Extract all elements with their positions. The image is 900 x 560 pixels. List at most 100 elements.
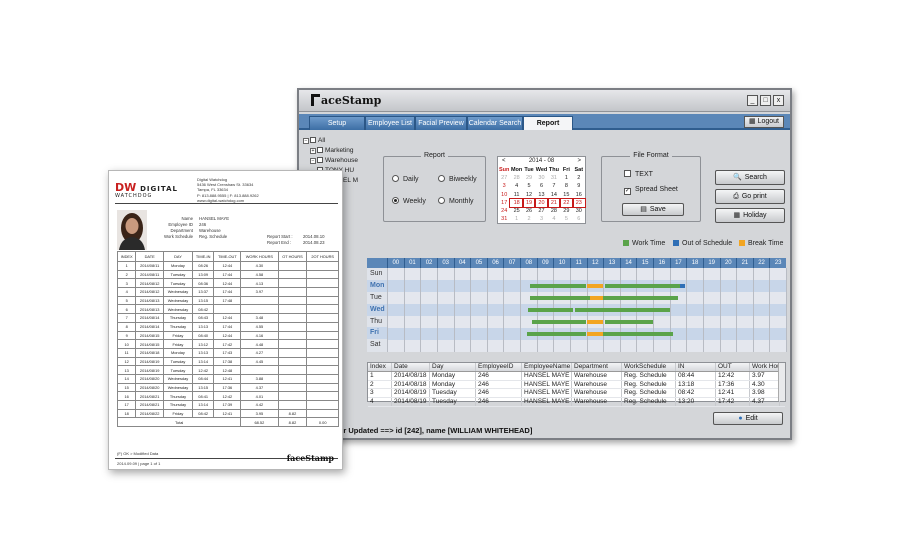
hour-label: 17 bbox=[669, 258, 687, 268]
calendar-day[interactable]: 18 bbox=[509, 197, 524, 208]
table-cell: 12:41 bbox=[716, 389, 750, 398]
calendar[interactable]: < 2014 - 08 > Sun Mon Tue Wed Thu Fri Sat 27 28 2… bbox=[497, 156, 587, 224]
close-button[interactable]: x bbox=[773, 95, 784, 106]
column-header[interactable]: Department bbox=[572, 363, 622, 371]
logout-button[interactable]: ▦ Logout bbox=[744, 116, 784, 128]
calendar-day[interactable]: 30 bbox=[573, 207, 585, 215]
calendar-day[interactable]: 28 bbox=[510, 174, 522, 182]
attendance-table[interactable]: Index Date Day EmployeeID EmployeeName Depart… bbox=[367, 362, 786, 407]
calendar-day[interactable]: 14 bbox=[548, 191, 560, 199]
table-row[interactable]: 3 2014/08/19 Tuesday 246 HANSEL MAYE Warehous… bbox=[368, 389, 785, 399]
calendar-day[interactable]: 19 bbox=[521, 197, 537, 208]
calendar-day[interactable]: 1 bbox=[510, 215, 522, 223]
calendar-day[interactable]: 5 bbox=[523, 182, 535, 190]
calendar-day[interactable]: 8 bbox=[560, 182, 572, 190]
save-button[interactable]: ▤ Save bbox=[622, 203, 684, 216]
tab-setup[interactable]: Setup bbox=[309, 116, 365, 130]
collapse-icon[interactable]: − bbox=[310, 158, 316, 164]
column-header[interactable]: OUT bbox=[716, 363, 750, 371]
maximize-button[interactable]: □ bbox=[760, 95, 771, 106]
column-header[interactable]: EmployeeName bbox=[522, 363, 572, 371]
table-row[interactable]: 4 2014/08/19 Tuesday 246 HANSEL MAYE Warehous… bbox=[368, 398, 785, 407]
grid-line bbox=[420, 268, 422, 352]
tree-item[interactable]: − All bbox=[303, 136, 369, 146]
calendar-day[interactable]: 15 bbox=[560, 191, 572, 199]
collapse-icon[interactable]: − bbox=[303, 138, 309, 144]
table-row[interactable]: 2 2014/08/18 Monday 246 HANSEL MAYE Warehouse… bbox=[368, 380, 785, 390]
tree-checkbox[interactable] bbox=[317, 147, 323, 153]
tab-facial-preview[interactable]: Facial Preview bbox=[415, 116, 467, 130]
calendar-day[interactable]: 17 bbox=[498, 199, 510, 207]
calendar-day[interactable]: 5 bbox=[560, 215, 572, 223]
calendar-day[interactable]: 29 bbox=[560, 207, 572, 215]
holiday-button[interactable]: ▦ Holiday bbox=[715, 208, 785, 223]
checkbox-text[interactable]: TEXT bbox=[624, 170, 653, 178]
calendar-day[interactable]: 3 bbox=[498, 182, 510, 190]
calendar-day[interactable]: 16 bbox=[573, 191, 585, 199]
calendar-day[interactable]: 31 bbox=[498, 215, 510, 223]
calendar-day[interactable]: 3 bbox=[535, 215, 547, 223]
radio-biweekly[interactable]: Biweekly bbox=[438, 175, 477, 183]
calendar-day[interactable]: 2 bbox=[573, 174, 585, 182]
calendar-day[interactable]: 23 bbox=[571, 197, 587, 208]
column-header[interactable]: Work Hour bbox=[750, 363, 780, 371]
calendar-day[interactable]: 27 bbox=[535, 207, 547, 215]
calendar-day[interactable]: 2 bbox=[523, 215, 535, 223]
search-button[interactable]: 🔍 Search bbox=[715, 170, 785, 185]
calendar-day[interactable]: 24 bbox=[498, 207, 510, 215]
calendar-day[interactable]: 26 bbox=[523, 207, 535, 215]
calendar-day[interactable]: 20 bbox=[534, 197, 549, 208]
next-month-icon[interactable]: > bbox=[577, 157, 581, 166]
save-label: Save bbox=[649, 206, 666, 213]
radio-monthly[interactable]: Monthly bbox=[438, 197, 474, 205]
calendar-day[interactable]: 22 bbox=[559, 197, 574, 208]
tab-report[interactable]: Report bbox=[523, 116, 573, 130]
tree-item[interactable]: − Warehouse bbox=[303, 156, 369, 166]
calendar-day[interactable]: 9 bbox=[573, 182, 585, 190]
calendar-day[interactable]: 1 bbox=[560, 174, 572, 182]
calendar-day[interactable]: 7 bbox=[548, 182, 560, 190]
column-header[interactable]: Day bbox=[430, 363, 476, 371]
calendar-day[interactable]: 6 bbox=[535, 182, 547, 190]
tree-item[interactable]: + Marketing bbox=[303, 146, 369, 156]
report-cell: 2014/08/21 bbox=[135, 400, 164, 410]
calendar-day[interactable]: 4 bbox=[548, 215, 560, 223]
prev-month-icon[interactable]: < bbox=[502, 157, 506, 166]
edit-button[interactable]: ● Edit bbox=[713, 412, 783, 425]
calendar-day[interactable]: 25 bbox=[510, 207, 522, 215]
radio-weekly[interactable]: Weekly bbox=[392, 197, 426, 205]
calendar-day[interactable]: 27 bbox=[498, 174, 510, 182]
calendar-day[interactable]: 28 bbox=[548, 207, 560, 215]
expand-icon[interactable]: + bbox=[310, 148, 316, 154]
tree-checkbox[interactable] bbox=[317, 157, 323, 163]
calendar-day[interactable]: 12 bbox=[523, 191, 535, 199]
calendar-day[interactable]: 4 bbox=[510, 182, 522, 190]
go-print-button[interactable]: ⎙ Go print bbox=[715, 189, 785, 204]
calendar-day[interactable]: 21 bbox=[546, 197, 562, 208]
calendar-day[interactable]: 13 bbox=[535, 191, 547, 199]
table-scrollbar[interactable] bbox=[778, 363, 785, 401]
table-cell: 17:42 bbox=[716, 398, 750, 406]
calendar-day[interactable]: 11 bbox=[510, 191, 522, 199]
tab-employee-list[interactable]: Employee List bbox=[365, 116, 415, 130]
calendar-day[interactable]: 30 bbox=[535, 174, 547, 182]
calendar-day[interactable]: 29 bbox=[523, 174, 535, 182]
column-header[interactable]: Index bbox=[368, 363, 392, 371]
window-controls: _ □ x bbox=[747, 95, 784, 106]
table-row[interactable]: 1 2014/08/18 Monday 246 HANSEL MAYE Warehouse… bbox=[368, 371, 785, 381]
legend-out-label: Out of Schedule bbox=[682, 240, 733, 247]
minimize-button[interactable]: _ bbox=[747, 95, 758, 106]
calendar-day[interactable]: 10 bbox=[498, 191, 510, 199]
report-cell: 3.97 bbox=[240, 287, 279, 297]
radio-daily[interactable]: Daily bbox=[392, 175, 419, 183]
tab-calendar-search[interactable]: Calendar Search bbox=[467, 116, 523, 130]
column-header[interactable]: EmployeeID bbox=[476, 363, 522, 371]
checkbox-spreadsheet[interactable]: ✓ Spread Sheet bbox=[624, 186, 678, 195]
save-icon: ▤ bbox=[640, 206, 647, 213]
calendar-day[interactable]: 6 bbox=[573, 215, 585, 223]
tree-checkbox[interactable] bbox=[310, 137, 316, 143]
column-header[interactable]: WorkSchedule bbox=[622, 363, 676, 371]
column-header[interactable]: IN bbox=[676, 363, 716, 371]
column-header[interactable]: Date bbox=[392, 363, 430, 371]
calendar-day[interactable]: 31 bbox=[548, 174, 560, 182]
